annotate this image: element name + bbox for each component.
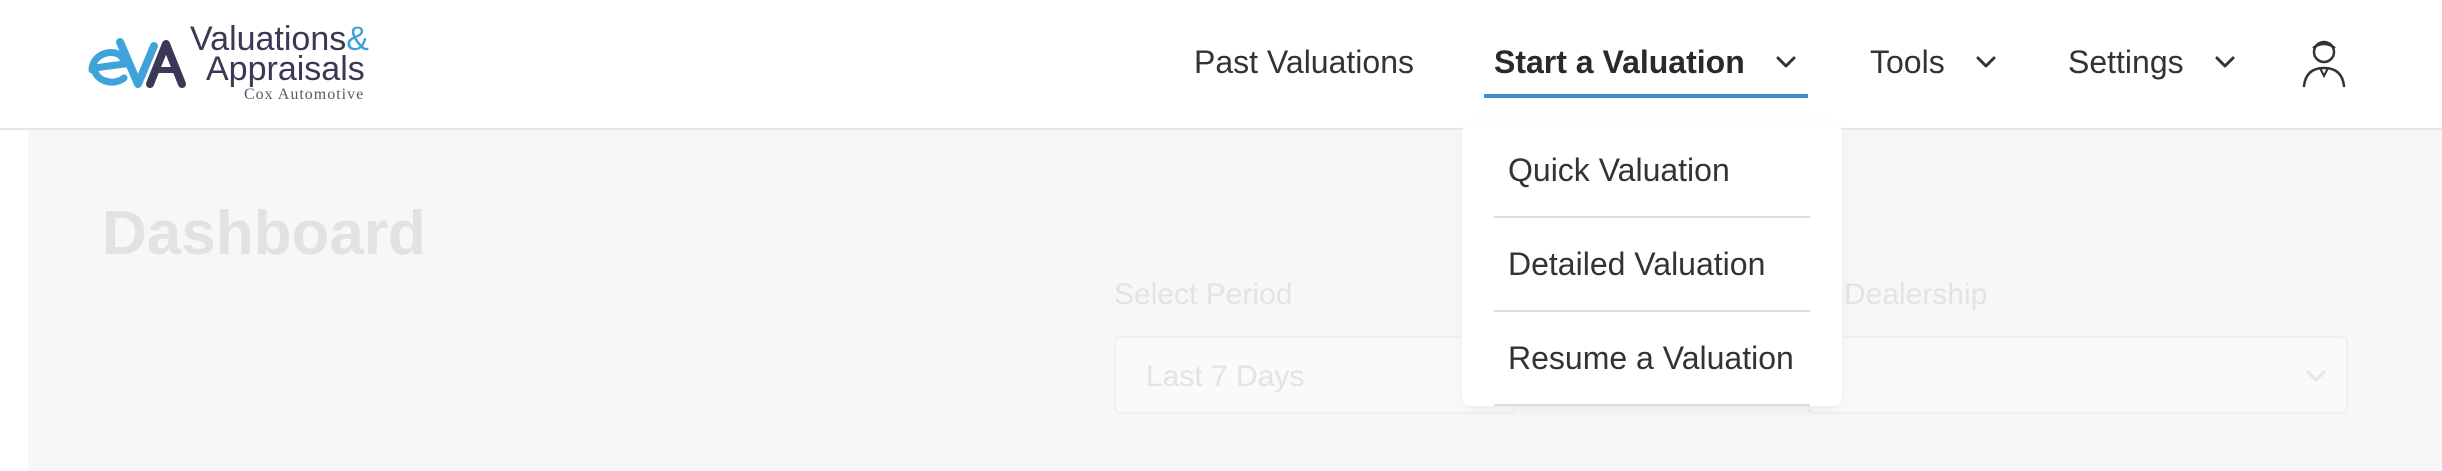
nav-item-tools[interactable]: Tools [1870, 0, 1999, 124]
nav-item-settings[interactable]: Settings [2068, 0, 2238, 124]
period-select[interactable]: Last 7 Days [1114, 336, 1514, 414]
menu-item-detailed-valuation[interactable]: Detailed Valuation [1494, 218, 1810, 312]
dashboard-content: Dashboard Select Period Last 7 Days Deal… [28, 130, 2442, 471]
nav-item-label: Settings [2068, 43, 2184, 80]
nav-item-label: Tools [1870, 43, 1945, 80]
chevron-down-icon [1973, 49, 1999, 75]
period-select-value: Last 7 Days [1146, 360, 1305, 393]
page-title: Dashboard [102, 199, 426, 268]
brand-line-2: Appraisals [206, 50, 365, 88]
menu-item-resume-a-valuation[interactable]: Resume a Valuation [1494, 312, 1810, 406]
top-nav-bar: Valuations& Appraisals Cox Automotive Pa… [0, 0, 2442, 130]
nav-item-start-a-valuation[interactable]: Start a Valuation [1494, 0, 1799, 124]
brand-company: Cox Automotive [244, 86, 365, 103]
dealership-select-label: Dealership [1844, 278, 1988, 311]
chevron-down-icon [1773, 49, 1799, 75]
user-avatar-icon[interactable] [2300, 36, 2348, 88]
dealership-select[interactable] [1808, 336, 2348, 414]
chevron-down-icon [2212, 49, 2238, 75]
nav-item-label: Past Valuations [1194, 43, 1414, 80]
nav-item-past-valuations[interactable]: Past Valuations [1194, 0, 1414, 124]
menu-item-quick-valuation[interactable]: Quick Valuation [1494, 124, 1810, 218]
nav-item-label: Start a Valuation [1494, 43, 1745, 80]
brand-logo[interactable]: Valuations& Appraisals Cox Automotive [84, 18, 384, 110]
start-valuation-dropdown: Quick Valuation Detailed Valuation Resum… [1462, 124, 1842, 406]
period-select-label: Select Period [1114, 278, 1293, 311]
active-nav-underline [1484, 94, 1808, 98]
eva-logo-mark-icon [88, 38, 186, 88]
menu-item-label: Quick Valuation [1508, 151, 1730, 188]
chevron-down-icon [2306, 370, 2326, 382]
menu-item-label: Detailed Valuation [1508, 245, 1766, 282]
menu-item-label: Resume a Valuation [1508, 339, 1794, 376]
